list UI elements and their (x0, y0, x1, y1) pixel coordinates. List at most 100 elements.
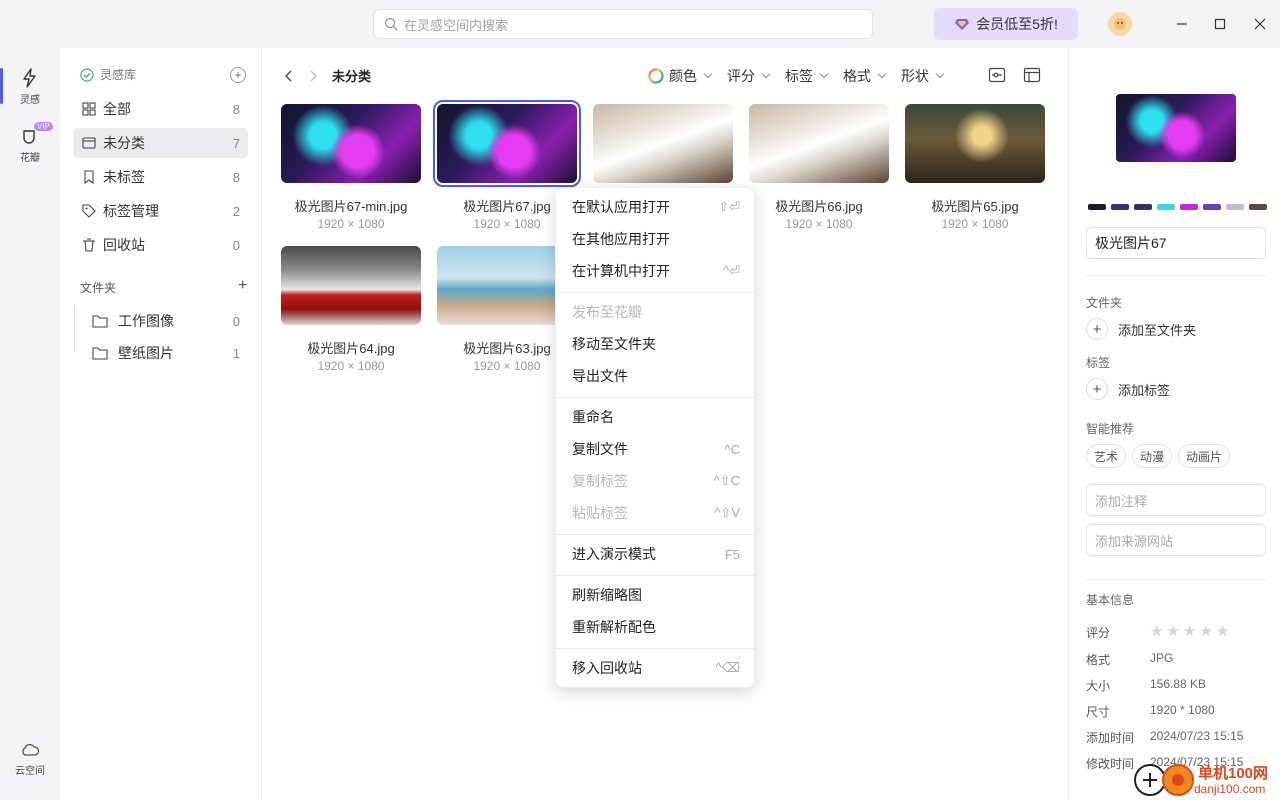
image-thumbnail[interactable] (281, 104, 421, 183)
inspector-panel: 极光图片67 文件夹 + 添加至文件夹 标签 + 添加标签 智能推荐 艺术 动漫 动… (1068, 48, 1280, 800)
sidebar-item-trash[interactable]: 回收站 0 (73, 230, 248, 260)
sidebar-item-count: 8 (232, 101, 240, 117)
sidebar-item-label: 标签管理 (103, 203, 159, 219)
avatar[interactable] (1108, 12, 1132, 36)
sidebar-item-count: 0 (232, 237, 240, 253)
menu-separator (556, 575, 756, 576)
menu-shortcut: ^⌫ (715, 660, 740, 675)
menu-item-label: 重命名 (572, 409, 614, 425)
target-circle-icon (1162, 764, 1194, 796)
diamond-icon (955, 19, 970, 30)
color-swatch[interactable] (1157, 204, 1175, 210)
image-card[interactable]: 极光图片66.jpg 1920 × 1080 (749, 104, 889, 231)
color-swatch[interactable] (1134, 204, 1152, 210)
preview-image[interactable] (1116, 94, 1236, 162)
add-tag-label: 添加标签 (1118, 382, 1171, 398)
image-card[interactable] (593, 104, 733, 183)
add-to-folder-button[interactable]: + 添加至文件夹 (1086, 318, 1196, 340)
image-card[interactable]: 极光图片65.jpg 1920 × 1080 (905, 104, 1045, 231)
file-name-input[interactable]: 极光图片67 (1086, 227, 1266, 259)
color-swatch[interactable] (1088, 204, 1106, 210)
menu-rename[interactable]: 重命名 (556, 402, 756, 432)
menu-move-to-trash[interactable]: 移入回收站 ^⌫ (556, 653, 756, 683)
sidebar-item-tag-manager[interactable]: 标签管理 2 (73, 196, 248, 226)
menu-move-to-folder[interactable]: 移动至文件夹 (556, 329, 756, 359)
folder-item-work-images[interactable]: 工作图像 0 (84, 306, 248, 336)
vip-promo-button[interactable]: 会员低至5折! (934, 8, 1078, 40)
image-thumbnail[interactable] (749, 104, 889, 183)
sidebar-item-uncategorized[interactable]: 未分类 7 (73, 128, 248, 158)
image-thumbnail[interactable] (433, 100, 581, 187)
menu-reparse-colors[interactable]: 重新解析配色 (556, 612, 756, 642)
filter-shape[interactable]: 形状 (901, 66, 945, 86)
format-label: 格式 (1086, 653, 1111, 667)
rail-cloud[interactable]: 云空间 (0, 742, 60, 777)
search-input[interactable]: 在灵感空间内搜索 (373, 9, 873, 39)
menu-export-file[interactable]: 导出文件 (556, 361, 756, 391)
color-swatch[interactable] (1249, 204, 1267, 210)
menu-item-label: 粘贴标签 (572, 505, 628, 521)
smart-tag-chip[interactable]: 艺术 (1086, 444, 1127, 468)
color-swatch[interactable] (1180, 204, 1198, 210)
menu-shortcut: ^⏎ (723, 263, 740, 278)
filter-color[interactable]: 颜色 (648, 66, 713, 86)
note-input[interactable]: 添加注释 (1086, 484, 1266, 516)
sidebar: 灵感库 + 全部 8 未分类 7 未标签 8 标签管理 2 回收站 0 文件夹 … (60, 48, 262, 800)
image-thumbnail[interactable] (593, 104, 733, 183)
filter-rating[interactable]: 评分 (727, 66, 771, 86)
lightning-icon (23, 68, 36, 88)
back-icon[interactable] (284, 70, 294, 82)
star-icon[interactable]: ★ (1183, 624, 1196, 641)
add-library-button[interactable]: + (230, 67, 246, 83)
color-swatch[interactable] (1203, 204, 1221, 210)
color-swatch[interactable] (1111, 204, 1129, 210)
chevron-down-icon (703, 69, 713, 79)
minimize-button[interactable] (1172, 14, 1192, 34)
image-thumbnail[interactable] (281, 246, 421, 325)
rail-inspiration[interactable]: 灵感 (0, 68, 60, 106)
image-name: 极光图片67-min.jpg (294, 199, 408, 214)
image-thumbnail[interactable] (905, 104, 1045, 183)
smart-tag-chip[interactable]: 动漫 (1132, 444, 1173, 468)
filter-bar: 颜色 评分 标签 格式 形状 (648, 66, 945, 86)
star-icon[interactable]: ★ (1216, 624, 1229, 641)
sidebar-item-untagged[interactable]: 未标签 8 (73, 162, 248, 192)
watermark-text: 单机100网 (1198, 765, 1269, 782)
menu-item-label: 重新解析配色 (572, 619, 656, 635)
star-icon[interactable]: ★ (1199, 624, 1212, 641)
menu-shortcut: ^⇧V (714, 505, 740, 520)
sidebar-item-all[interactable]: 全部 8 (73, 94, 248, 124)
forward-icon[interactable] (308, 70, 318, 82)
sidebar-item-count: 8 (232, 169, 240, 185)
folder-item-count: 0 (232, 313, 240, 329)
smart-tag-chip[interactable]: 动画片 (1178, 444, 1231, 468)
star-icon[interactable]: ★ (1166, 624, 1179, 641)
smart-tag-list: 艺术 动漫 动画片 (1086, 444, 1231, 468)
menu-open-other[interactable]: 在其他应用打开 (556, 224, 756, 254)
filter-format[interactable]: 格式 (843, 66, 887, 86)
sidebar-item-label: 未标签 (103, 169, 145, 185)
maximize-button[interactable] (1210, 14, 1230, 34)
menu-open-default[interactable]: 在默认应用打开 ⇧⏎ (556, 192, 756, 222)
rating-stars[interactable]: ★ ★ ★ ★ ★ (1150, 624, 1229, 641)
add-tag-button[interactable]: + 添加标签 (1086, 378, 1170, 400)
image-card[interactable]: 极光图片67-min.jpg 1920 × 1080 (281, 104, 421, 231)
close-button[interactable] (1250, 14, 1270, 34)
star-icon[interactable]: ★ (1150, 624, 1163, 641)
menu-open-in-explorer[interactable]: 在计算机中打开 ^⏎ (556, 256, 756, 286)
menu-refresh-thumbnail[interactable]: 刷新缩略图 (556, 580, 756, 610)
color-swatch[interactable] (1226, 204, 1244, 210)
rail-huaban[interactable]: VIP 花瓣 (0, 122, 60, 164)
menu-item-label: 在计算机中打开 (572, 263, 670, 279)
layout-icon[interactable] (1023, 66, 1041, 84)
cloud-icon (22, 743, 40, 756)
source-url-input[interactable]: 添加来源网站 (1086, 524, 1266, 556)
menu-copy-file[interactable]: 复制文件 ^C (556, 434, 756, 464)
folder-item-wallpapers[interactable]: 壁纸图片 1 (84, 338, 248, 368)
add-folder-button[interactable]: + (238, 277, 247, 295)
adjust-icon[interactable] (988, 66, 1006, 84)
filter-tag[interactable]: 标签 (785, 66, 829, 86)
image-card[interactable]: 极光图片64.jpg 1920 × 1080 (281, 246, 421, 373)
menu-presentation-mode[interactable]: 进入演示模式 F5 (556, 539, 756, 569)
library-header[interactable]: 灵感库 (80, 66, 136, 83)
